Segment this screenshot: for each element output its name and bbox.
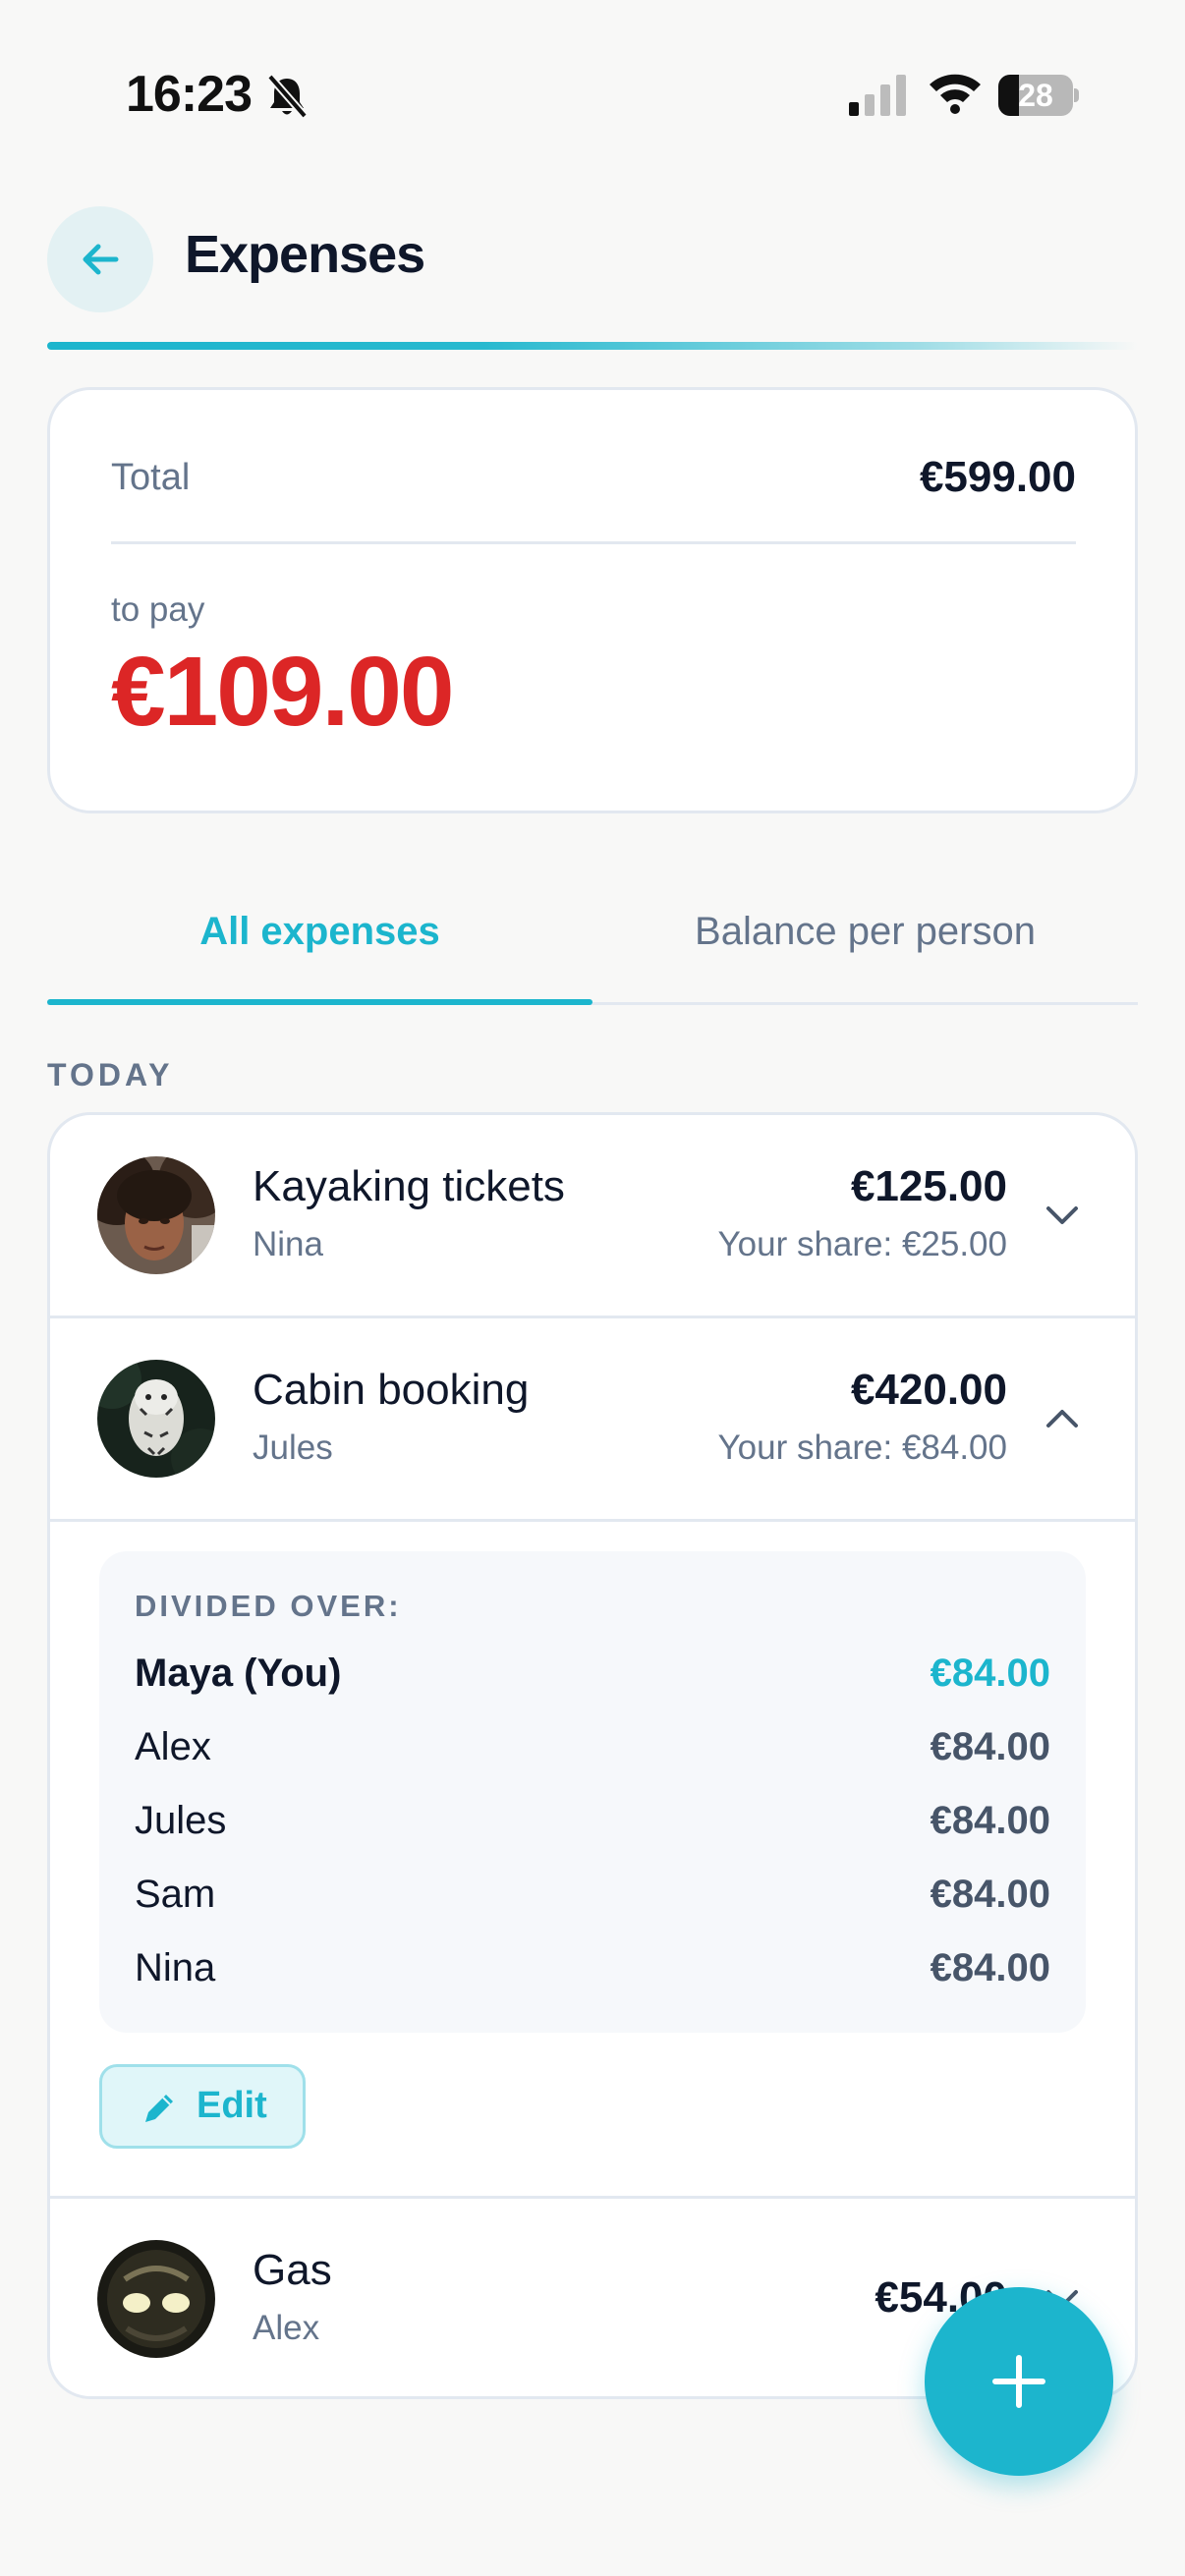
pencil-icon [140,2089,179,2138]
split-name: Maya (You) [135,1652,342,1695]
expense-row-kayaking[interactable]: Kayaking tickets Nina €125.00 Your share… [50,1115,1135,1316]
divided-over-label: DIVIDED OVER: [135,1589,402,1623]
split-amount: €84.00 [930,1946,1050,1989]
split-row: Alex €84.00 [135,1725,1050,1784]
page-title: Expenses [185,225,425,284]
total-label: Total [111,457,191,498]
split-amount: €84.00 [930,1873,1050,1916]
add-expense-button[interactable] [925,2287,1113,2476]
avatar-alex [97,2240,215,2358]
expense-title: Kayaking tickets [253,1162,565,1210]
status-time: 16:23 [126,66,253,123]
edit-button-label: Edit [197,2085,267,2126]
bell-muted-icon [265,73,309,125]
cellular-signal-icon [849,75,908,121]
expense-row-cabin[interactable]: Cabin booking Jules €420.00 Your share: … [50,1318,1135,1519]
split-amount: €84.00 [930,1725,1050,1768]
battery-icon: 28 [998,75,1079,116]
split-amount: €84.00 [930,1799,1050,1842]
section-label-today: TODAY [47,1057,174,1092]
expense-list: Kayaking tickets Nina €125.00 Your share… [47,1112,1138,2399]
plus-icon [992,2355,1045,2408]
chevron-down-icon[interactable] [1041,1194,1084,1237]
chevron-up-icon[interactable] [1041,1397,1084,1440]
expense-title: Gas [253,2246,332,2294]
avatar-jules [97,1360,215,1478]
tab-all-expenses[interactable]: All expenses [47,910,592,1004]
split-name: Sam [135,1873,216,1916]
tab-balance-per-person[interactable]: Balance per person [592,910,1138,1004]
expense-title: Cabin booking [253,1366,530,1414]
split-row: Jules €84.00 [135,1799,1050,1858]
expense-payer: Jules [253,1428,333,1467]
split-name: Alex [135,1725,211,1768]
split-row: Sam €84.00 [135,1873,1050,1932]
split-amount: €84.00 [930,1652,1050,1695]
back-button[interactable] [47,206,153,312]
expense-your-share: Your share: €84.00 [717,1428,1008,1467]
split-name: Jules [135,1799,227,1842]
expense-payer: Alex [253,2309,320,2347]
summary-divider [111,541,1076,544]
summary-card: Total €599.00 to pay €109.00 [47,387,1138,813]
expense-your-share: Your share: €25.00 [717,1225,1008,1263]
row-divider [50,1519,1135,1522]
split-row: Maya (You) €84.00 [135,1652,1050,1710]
active-tab-indicator [47,999,592,1005]
expense-amount: €125.00 [850,1162,1007,1210]
header-accent-line [47,342,1138,350]
to-pay-amount: €109.00 [111,637,454,747]
split-row: Nina €84.00 [135,1946,1050,2005]
split-name: Nina [135,1946,216,1989]
wifi-icon [928,71,983,119]
expense-amount: €420.00 [850,1366,1007,1414]
avatar-nina [97,1156,215,1274]
to-pay-label: to pay [111,590,205,629]
total-value: €599.00 [919,453,1076,501]
edit-button[interactable]: Edit [99,2064,306,2149]
divided-over-panel: DIVIDED OVER: Maya (You) €84.00 Alex €84… [99,1551,1086,2033]
status-bar: 16:23 28 [0,0,1185,187]
battery-level: 28 [1018,78,1053,113]
arrow-left-icon [83,244,119,275]
expense-payer: Nina [253,1225,323,1263]
